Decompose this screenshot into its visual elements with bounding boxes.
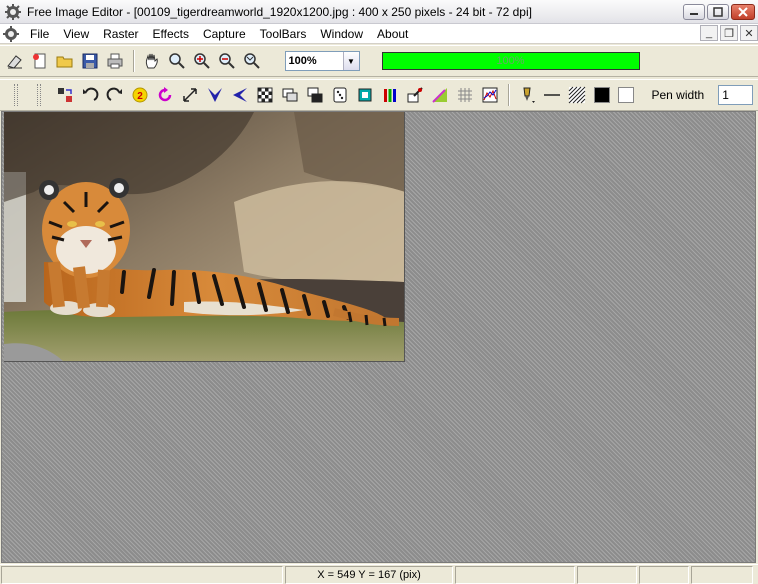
status-coordinates: X = 549 Y = 167 (pix) [285, 566, 453, 584]
main-toolbar: 100% ▼ 100% [0, 45, 758, 77]
skew-down-icon[interactable] [204, 84, 226, 106]
toolbar-separator [507, 84, 510, 106]
status-bar: X = 549 Y = 167 (pix) [0, 564, 758, 584]
pen-width-input[interactable]: 1 [718, 85, 754, 105]
menu-bar: File View Raster Effects Capture ToolBar… [0, 24, 758, 44]
gradient-icon[interactable] [429, 84, 451, 106]
document-close-button[interactable]: ✕ [740, 25, 758, 41]
hatch-pattern-icon[interactable] [566, 84, 588, 106]
pen-width-label: Pen width [651, 88, 705, 102]
crop-icon[interactable] [354, 84, 376, 106]
zoom-in-icon[interactable] [191, 50, 213, 72]
app-gear-icon [5, 3, 21, 20]
line-tool-icon[interactable] [541, 84, 563, 106]
rotate-left-icon[interactable] [79, 84, 101, 106]
image-canvas[interactable] [4, 112, 405, 362]
status-cell-empty [639, 566, 689, 584]
print-icon[interactable] [104, 50, 126, 72]
pen-tool-icon[interactable] [516, 84, 538, 106]
svg-text:2: 2 [137, 91, 143, 102]
menu-toolbars[interactable]: ToolBars [253, 25, 314, 43]
zoom-select[interactable]: 100% ▼ [284, 51, 360, 71]
eraser-icon[interactable] [4, 50, 26, 72]
toolbar-grip[interactable] [37, 84, 41, 106]
zoom-value: 100% [288, 55, 317, 67]
menu-raster[interactable]: Raster [96, 25, 145, 43]
zoom-out-icon[interactable] [216, 50, 238, 72]
open-folder-icon[interactable] [54, 50, 76, 72]
zoom-fit-icon[interactable] [241, 50, 263, 72]
layers-merge-icon[interactable] [304, 84, 326, 106]
status-cell-empty [1, 566, 283, 584]
status-cell-empty [577, 566, 637, 584]
skew-left-icon[interactable] [229, 84, 251, 106]
color-channels-icon[interactable] [379, 84, 401, 106]
histogram-icon[interactable] [479, 84, 501, 106]
flip-icon[interactable] [54, 84, 76, 106]
zoom-icon[interactable] [166, 50, 188, 72]
menu-effects[interactable]: Effects [145, 25, 195, 43]
grid-icon[interactable] [454, 84, 476, 106]
save-icon[interactable] [79, 50, 101, 72]
document-gear-icon[interactable] [3, 25, 19, 42]
progress-text: 100% [496, 55, 525, 67]
document-restore-button[interactable]: ❐ [720, 25, 738, 41]
checkerboard-icon[interactable] [254, 84, 276, 106]
menu-file[interactable]: File [23, 25, 56, 43]
resize-icon[interactable] [179, 84, 201, 106]
image-toolbar: 2 Pen width 1 [0, 79, 758, 111]
hand-pan-icon[interactable] [141, 50, 163, 72]
rotate-180-icon[interactable]: 2 [129, 84, 151, 106]
status-cell-empty [455, 566, 575, 584]
dice-icon[interactable] [329, 84, 351, 106]
toolbar-separator [132, 50, 135, 72]
window-title: Free Image Editor - [00109_tigerdreamwor… [27, 4, 532, 19]
tiger-photo [4, 112, 404, 361]
menu-capture[interactable]: Capture [196, 25, 253, 43]
rotate-right-icon[interactable] [104, 84, 126, 106]
new-file-icon[interactable] [29, 50, 51, 72]
menu-window[interactable]: Window [313, 25, 370, 43]
minimize-button[interactable] [683, 4, 705, 20]
title-bar: Free Image Editor - [00109_tigerdreamwor… [0, 0, 758, 24]
layers-icon[interactable] [279, 84, 301, 106]
secondary-color-swatch[interactable] [617, 87, 634, 103]
document-minimize-button[interactable]: _ [700, 25, 718, 41]
toolbar-grip[interactable] [14, 84, 18, 106]
maximize-button[interactable] [707, 4, 729, 20]
primary-color-swatch[interactable] [593, 87, 610, 103]
chevron-down-icon[interactable]: ▼ [342, 52, 359, 70]
work-area[interactable] [1, 111, 756, 563]
menu-view[interactable]: View [56, 25, 96, 43]
progress-bar: 100% [381, 52, 640, 70]
menu-about[interactable]: About [370, 25, 415, 43]
close-button[interactable] [731, 4, 755, 20]
status-cell-empty [691, 566, 753, 584]
rotate-custom-icon[interactable] [154, 84, 176, 106]
brush-effect-icon[interactable] [404, 84, 426, 106]
